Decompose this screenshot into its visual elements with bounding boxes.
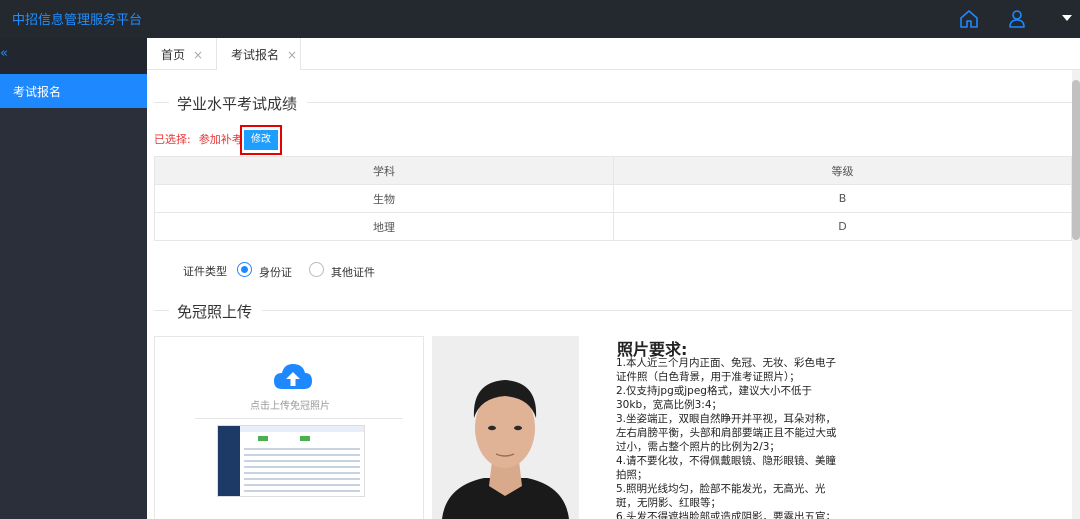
- close-icon[interactable]: ×: [193, 48, 203, 62]
- vertical-scrollbar[interactable]: [1072, 70, 1080, 519]
- selected-status: 已选择: 参加补考: [154, 131, 243, 147]
- radio-label-other-id[interactable]: 其他证件: [331, 264, 375, 280]
- grades-section-title: 学业水平考试成绩: [177, 95, 298, 113]
- sidebar-item-exam-registration[interactable]: 考试报名: [0, 74, 147, 108]
- grade-cell: B: [613, 184, 1072, 213]
- id-type-label: 证件类型: [183, 265, 227, 278]
- requirement-item: 3.坐姿端正，双眼自然睁开并平视，耳朵对称，左右肩膀平衡，头部和肩部要端正且不能…: [616, 413, 837, 453]
- column-header-subject: 学科: [154, 156, 614, 185]
- column-header-grade: 等级: [613, 156, 1072, 185]
- requirement-item: 6.头发不得遮挡脸部或造成阴影，要露出五官；: [616, 511, 837, 519]
- upload-hint: 点击上传免冠照片: [250, 401, 330, 412]
- requirement-item: 2.仅支持jpg或jpeg格式，建议大小不低于30kb，宽高比例3:4；: [616, 385, 812, 411]
- requirement-item: 5.照明光线均匀，脸部不能发光，无高光、光斑，无阴影、红眼等；: [616, 483, 826, 509]
- tabs-bar: 首页 × 考试报名 ×: [147, 38, 1080, 70]
- app-title: 中招信息管理服务平台: [12, 13, 143, 28]
- sample-id-photo: [432, 336, 579, 519]
- requirement-item: 4.请不要化妆，不得佩戴眼镜、隐形眼镜、美瞳拍照；: [616, 455, 837, 481]
- sidebar-item-label: 考试报名: [13, 85, 62, 99]
- radio-id-card[interactable]: [237, 262, 252, 277]
- section-divider: [154, 102, 169, 103]
- section-divider: [154, 310, 169, 311]
- section-divider: [262, 310, 1072, 311]
- table-row: 生物 B: [154, 184, 1072, 213]
- sidebar-collapse-button[interactable]: «: [0, 38, 147, 74]
- cloud-upload-icon: [274, 364, 312, 389]
- requirement-item: 1.本人近三个月内正面、免冠、无妆、彩色电子证件照（白色背景，用于准考证照片）；: [616, 357, 837, 383]
- tab-exam-registration[interactable]: 考试报名 ×: [217, 38, 301, 70]
- modify-button[interactable]: 修改: [244, 130, 278, 150]
- scrollbar-thumb[interactable]: [1072, 80, 1080, 240]
- photo-upload-area[interactable]: 点击上传免冠照片: [154, 336, 424, 519]
- tab-label: 考试报名: [231, 48, 280, 62]
- radio-other-id[interactable]: [309, 262, 324, 277]
- user-icon[interactable]: [1006, 8, 1028, 30]
- caret-down-icon[interactable]: [1062, 15, 1072, 21]
- subject-cell: 生物: [154, 184, 614, 213]
- modify-highlight: 修改: [240, 125, 282, 155]
- sidebar: « 考试报名: [0, 38, 147, 519]
- subject-cell: 地理: [154, 212, 614, 241]
- section-divider: [307, 102, 1072, 103]
- radio-label-id-card[interactable]: 身份证: [259, 264, 292, 280]
- home-icon[interactable]: [958, 8, 980, 30]
- tab-home[interactable]: 首页 ×: [147, 38, 217, 70]
- selected-value: 参加补考: [198, 133, 243, 146]
- example-screenshot-thumbnail: [217, 425, 365, 497]
- table-header-row: 学科 等级: [154, 156, 1072, 185]
- requirements-list: 1.本人近三个月内正面、免冠、无妆、彩色电子证件照（白色背景，用于准考证照片）；…: [616, 356, 841, 519]
- close-icon[interactable]: ×: [287, 48, 297, 62]
- table-row: 地理 D: [154, 212, 1072, 241]
- top-bar: 中招信息管理服务平台: [0, 0, 1080, 38]
- selected-label: 已选择:: [154, 133, 191, 146]
- photo-section-title: 免冠照上传: [177, 303, 253, 321]
- main-content: 学业水平考试成绩 已选择: 参加补考 修改 学科 等级 生物 B 地理 D 证件类…: [147, 70, 1072, 519]
- grade-cell: D: [613, 212, 1072, 241]
- upload-divider: [195, 418, 403, 419]
- tab-label: 首页: [161, 48, 186, 62]
- grades-table: 学科 等级 生物 B 地理 D: [154, 156, 1072, 241]
